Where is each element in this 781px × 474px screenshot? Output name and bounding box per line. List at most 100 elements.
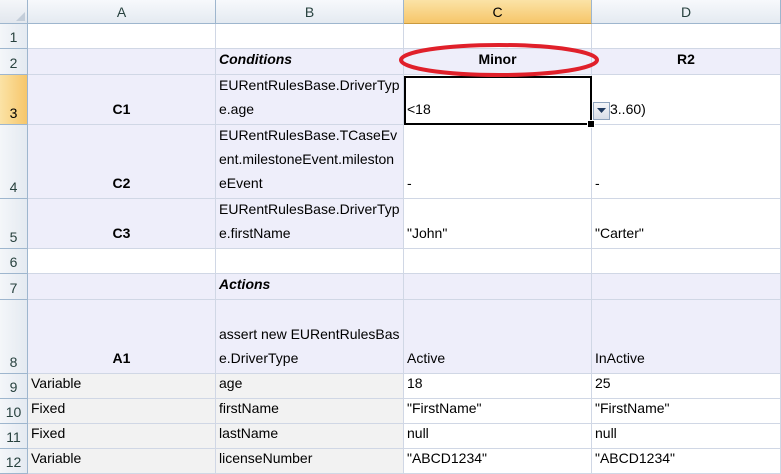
cell-d5[interactable]: "Carter" (592, 199, 781, 249)
r2-rule-header: R2 (677, 51, 695, 67)
field-value-minor: "ABCD1234" (407, 450, 487, 466)
cell-d1[interactable] (592, 24, 781, 49)
cell-a1[interactable] (28, 24, 216, 49)
field-value-minor: null (407, 425, 429, 441)
cell-b12[interactable]: licenseNumber (216, 449, 404, 474)
cell-c2[interactable]: Minor (404, 49, 592, 75)
chevron-down-icon (597, 108, 606, 113)
cell-a6[interactable] (28, 249, 216, 274)
cell-c1[interactable] (404, 24, 592, 49)
row-header-2[interactable]: 2 (0, 49, 28, 75)
row-header-12[interactable]: 12 (0, 449, 28, 474)
cell-a11[interactable]: Fixed (28, 424, 216, 449)
cell-d10[interactable]: "FirstName" (592, 399, 781, 424)
cell-a3[interactable]: C1 (28, 75, 216, 125)
minor-rule-header: Minor (478, 51, 517, 67)
action-id: A1 (112, 350, 131, 366)
cell-b9[interactable]: age (216, 374, 404, 399)
select-all-corner[interactable] (0, 0, 28, 24)
cell-d12[interactable]: "ABCD1234" (592, 449, 781, 474)
action-expression: assert new EURentRulesBase.DriverType (219, 326, 400, 366)
row-header-4[interactable]: 4 (0, 125, 28, 199)
cell-b2[interactable]: Conditions (216, 49, 404, 75)
field-value-r2: 25 (595, 375, 611, 391)
cell-a8[interactable]: A1 (28, 300, 216, 374)
cell-d11[interactable]: null (592, 424, 781, 449)
cell-c7[interactable] (404, 274, 592, 300)
condition-value-r2: "Carter" (595, 225, 644, 241)
cell-b6[interactable] (216, 249, 404, 274)
row-header-3[interactable]: 3 (0, 75, 28, 125)
condition-id: C3 (112, 225, 131, 241)
cell-b5[interactable]: EURentRulesBase.DriverType.firstName (216, 199, 404, 249)
cell-b8[interactable]: assert new EURentRulesBase.DriverType (216, 300, 404, 374)
row-header-5[interactable]: 5 (0, 199, 28, 249)
cell-d7[interactable] (592, 274, 781, 300)
cell-b3[interactable]: EURentRulesBase.DriverType.age (216, 75, 404, 125)
field-name: firstName (219, 400, 279, 416)
field-kind: Variable (31, 375, 82, 391)
cell-c3[interactable]: <18 (404, 75, 592, 125)
column-header-b[interactable]: B (216, 0, 404, 24)
cell-a4[interactable]: C2 (28, 125, 216, 199)
cell-d2[interactable]: R2 (592, 49, 781, 75)
validation-dropdown-button[interactable] (593, 102, 610, 120)
cell-b7[interactable]: Actions (216, 274, 404, 300)
cell-d3[interactable]: 3..60) (592, 75, 781, 125)
field-kind: Fixed (31, 425, 66, 441)
cell-c5[interactable]: "John" (404, 199, 592, 249)
field-name: age (219, 375, 243, 391)
cell-c4[interactable]: - (404, 125, 592, 199)
cell-c10[interactable]: "FirstName" (404, 399, 592, 424)
cell-c11[interactable]: null (404, 424, 592, 449)
cell-d9[interactable]: 25 (592, 374, 781, 399)
condition-expression: EURentRulesBase.DriverType.age (219, 77, 400, 117)
field-name: lastName (219, 425, 279, 441)
cell-b4[interactable]: EURentRulesBase.TCaseEvent.milestoneEven… (216, 125, 404, 199)
actions-label: Actions (219, 276, 271, 292)
column-header-c[interactable]: C (404, 0, 592, 24)
column-header-a[interactable]: A (28, 0, 216, 24)
row-header-1[interactable]: 1 (0, 24, 28, 49)
field-value-r2: "FirstName" (595, 400, 670, 416)
conditions-label: Conditions (219, 51, 293, 67)
fill-handle[interactable] (587, 120, 595, 128)
field-value-minor: 18 (407, 375, 423, 391)
condition-id: C1 (112, 101, 131, 117)
cell-a7[interactable] (28, 274, 216, 300)
cell-a12[interactable]: Variable (28, 449, 216, 474)
field-kind: Fixed (31, 400, 66, 416)
condition-id: C2 (112, 175, 131, 191)
field-kind: Variable (31, 450, 82, 466)
condition-value-r2: - (595, 175, 600, 191)
cell-a9[interactable]: Variable (28, 374, 216, 399)
cell-a2[interactable] (28, 49, 216, 75)
cell-c9[interactable]: 18 (404, 374, 592, 399)
field-value-r2: null (595, 425, 617, 441)
column-header-d[interactable]: D (592, 0, 781, 24)
cell-d6[interactable] (592, 249, 781, 274)
cell-b1[interactable] (216, 24, 404, 49)
cell-b10[interactable]: firstName (216, 399, 404, 424)
row-header-10[interactable]: 10 (0, 399, 28, 424)
row-header-7[interactable]: 7 (0, 274, 28, 300)
condition-expression: EURentRulesBase.TCaseEvent.milestoneEven… (219, 127, 398, 191)
row-header-11[interactable]: 11 (0, 424, 28, 449)
cell-a5[interactable]: C3 (28, 199, 216, 249)
cell-d8[interactable]: InActive (592, 300, 781, 374)
condition-value-r2: 3..60) (610, 101, 646, 117)
condition-value-minor: - (407, 175, 412, 191)
row-header-8[interactable]: 8 (0, 300, 28, 374)
row-header-6[interactable]: 6 (0, 249, 28, 274)
cell-b11[interactable]: lastName (216, 424, 404, 449)
row-header-9[interactable]: 9 (0, 374, 28, 399)
cell-a10[interactable]: Fixed (28, 399, 216, 424)
cell-c12[interactable]: "ABCD1234" (404, 449, 592, 474)
condition-value-minor: <18 (407, 101, 431, 117)
action-value-minor: Active (407, 350, 446, 366)
cell-c8[interactable]: Active (404, 300, 592, 374)
field-value-minor: "FirstName" (407, 400, 482, 416)
cell-d4[interactable]: - (592, 125, 781, 199)
spreadsheet: A B C D 1 2 3 4 5 6 7 8 9 10 11 12 Condi… (0, 0, 781, 474)
cell-c6[interactable] (404, 249, 592, 274)
